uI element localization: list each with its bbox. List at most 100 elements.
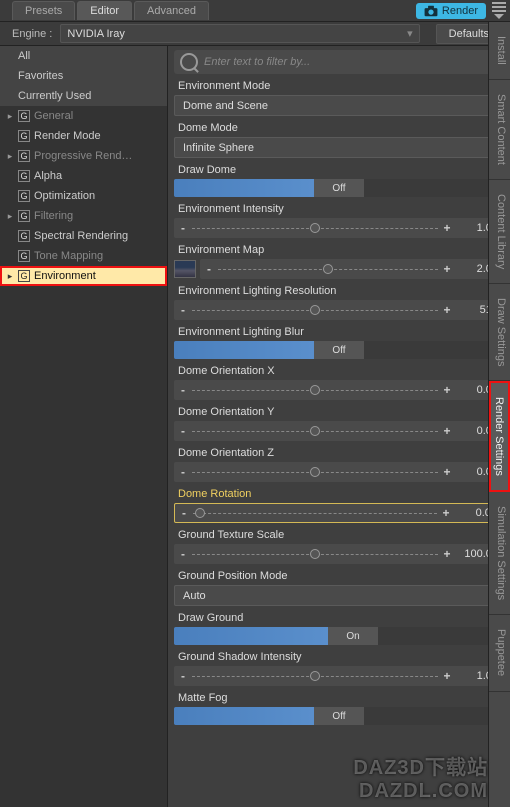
plus-icon[interactable]: + [442,669,452,683]
plus-icon[interactable]: + [442,221,452,235]
plus-icon[interactable]: + [442,547,452,561]
vtab-content-library[interactable]: Content Library [489,180,510,284]
prop-ground-position-mode: Ground Position Mode Auto▾ [174,568,504,606]
g-badge-icon: G [18,110,30,122]
sidebar: All Favorites Currently Used ▸GGeneral G… [0,46,168,807]
minus-icon[interactable]: - [178,465,188,479]
ground-shadow-intensity-slider[interactable]: - + 1.00 [174,666,504,686]
sidebar-item-progressive-rendering[interactable]: ▸GProgressive Rend… [0,146,167,166]
dome-orientation-x-slider[interactable]: - + 0.00 [174,380,504,400]
minus-icon[interactable]: - [204,262,214,276]
plus-icon[interactable]: + [442,424,452,438]
draw-dome-toggle[interactable]: Off [174,179,504,197]
ground-position-mode-select[interactable]: Auto▾ [174,585,504,606]
search-icon[interactable] [180,53,198,71]
tab-presets[interactable]: Presets [12,1,75,20]
engine-label: Engine : [12,28,52,40]
sidebar-item-environment[interactable]: ▸GEnvironment [0,266,167,286]
prop-dome-orientation-y: Dome Orientation Y - + 0.00 [174,404,504,441]
prop-environment-intensity: Environment Intensity - + 1.00 [174,201,504,238]
plus-icon[interactable]: + [442,303,452,317]
sidebar-item-spectral-rendering[interactable]: GSpectral Rendering [0,226,167,246]
property-panel: Environment Mode⚙ Dome and Scene▾ Dome M… [168,46,510,807]
g-badge-icon: G [18,190,30,202]
minus-icon[interactable]: - [178,303,188,317]
minus-icon[interactable]: - [178,221,188,235]
g-badge-icon: G [18,150,30,162]
plus-icon[interactable]: + [442,262,452,276]
g-badge-icon: G [18,250,30,262]
dome-rotation-slider[interactable]: - + 0.00 [174,503,504,523]
g-badge-icon: G [18,170,30,182]
vtab-puppeteer[interactable]: Puppetee [489,615,510,691]
sidebar-item-render-mode[interactable]: GRender Mode [0,126,167,146]
vtab-smart-content[interactable]: Smart Content [489,80,510,180]
search-input[interactable] [204,56,498,68]
camera-icon [424,5,438,17]
plus-icon[interactable]: + [442,465,452,479]
main-split: All Favorites Currently Used ▸GGeneral G… [0,46,510,807]
vtab-draw-settings[interactable]: Draw Settings [489,284,510,381]
prop-dome-rotation: Dome Rotation - + 0.00 [174,486,504,523]
sidebar-item-general[interactable]: ▸GGeneral [0,106,167,126]
dome-orientation-z-slider[interactable]: - + 0.00 [174,462,504,482]
expand-icon[interactable]: ▸ [6,211,14,222]
sidebar-item-filtering[interactable]: ▸GFiltering [0,206,167,226]
top-tabs: Presets Editor Advanced [12,1,416,20]
matte-fog-toggle[interactable]: Off [174,707,504,725]
prop-environment-mode: Environment Mode⚙ Dome and Scene▾ [174,78,504,116]
watermark: DAZ3D下载站 DAZDL.COM [353,751,488,803]
sidebar-all[interactable]: All [0,46,167,66]
right-panel-tabs: Install Smart Content Content Library Dr… [488,22,510,807]
environment-intensity-slider[interactable]: - + 1.00 [174,218,504,238]
prop-draw-ground: Draw Ground On [174,610,504,645]
chevron-down-icon: ▾ [407,27,413,40]
prop-draw-dome: Draw Dome Off [174,162,504,197]
minus-icon[interactable]: - [178,669,188,683]
minus-icon[interactable]: - [178,383,188,397]
tab-advanced[interactable]: Advanced [134,1,209,20]
tab-editor[interactable]: Editor [77,1,132,20]
plus-icon[interactable]: + [441,506,451,520]
g-badge-icon: G [18,270,30,282]
prop-dome-orientation-x: Dome Orientation X - + 0.00 [174,363,504,400]
render-button[interactable]: Render [416,3,486,19]
environment-lighting-blur-toggle[interactable]: Off [174,341,504,359]
prop-environment-lighting-resolution: Environment Lighting Resolution - + 512 [174,283,504,320]
minus-icon[interactable]: - [178,547,188,561]
sidebar-item-tone-mapping[interactable]: GTone Mapping [0,246,167,266]
environment-map-slider[interactable]: - + 2.00 [200,259,504,279]
minus-icon[interactable]: - [179,506,189,520]
expand-icon[interactable]: ▸ [6,271,14,282]
prop-environment-map: Environment Map - + 2.00 [174,242,504,279]
g-badge-icon: G [18,130,30,142]
render-button-label: Render [442,5,478,17]
minus-icon[interactable]: - [178,424,188,438]
environment-map-thumbnail[interactable] [174,260,196,278]
sidebar-favorites[interactable]: Favorites [0,66,167,86]
ground-texture-scale-slider[interactable]: - + 100.00 [174,544,504,564]
vtab-render-settings[interactable]: Render Settings [489,381,510,492]
expand-icon[interactable]: ▸ [6,151,14,162]
prop-dome-mode: Dome Mode Infinite Sphere▾ [174,120,504,158]
dome-orientation-y-slider[interactable]: - + 0.00 [174,421,504,441]
expand-icon[interactable]: ▸ [6,111,14,122]
panel-menu-icon[interactable] [492,2,506,19]
sidebar-item-alpha[interactable]: GAlpha [0,166,167,186]
draw-ground-toggle[interactable]: On [174,627,504,645]
prop-dome-orientation-z: Dome Orientation Z - + 0.00 [174,445,504,482]
prop-environment-lighting-blur: Environment Lighting Blur Off [174,324,504,359]
environment-lighting-resolution-slider[interactable]: - + 512 [174,300,504,320]
environment-mode-select[interactable]: Dome and Scene▾ [174,95,504,116]
engine-select[interactable]: NVIDIA Iray ▾ [60,24,419,43]
dome-mode-select[interactable]: Infinite Sphere▾ [174,137,504,158]
top-tab-bar: Presets Editor Advanced Render [0,0,510,22]
vtab-simulation-settings[interactable]: Simulation Settings [489,492,510,615]
sidebar-item-optimization[interactable]: GOptimization [0,186,167,206]
prop-ground-texture-scale: Ground Texture Scale - + 100.00 [174,527,504,564]
prop-matte-fog: Matte Fog Off [174,690,504,725]
g-badge-icon: G [18,230,30,242]
sidebar-currently-used[interactable]: Currently Used [0,86,167,106]
plus-icon[interactable]: + [442,383,452,397]
vtab-install[interactable]: Install [489,22,510,80]
